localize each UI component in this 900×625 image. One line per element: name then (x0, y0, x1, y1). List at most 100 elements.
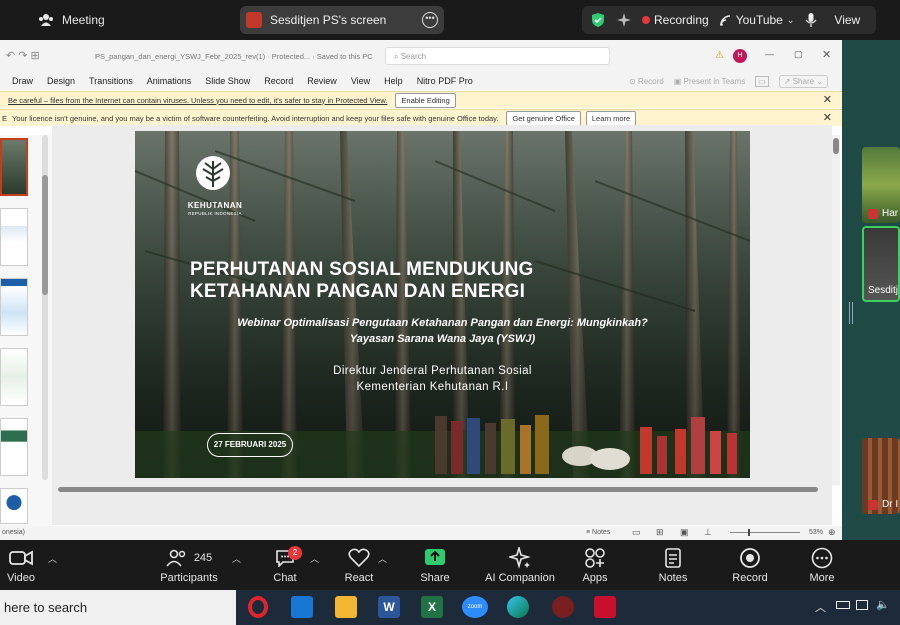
protected-view-message[interactable]: Be careful – files from the Internet can… (8, 96, 387, 105)
zoom-percentage[interactable]: 53% (809, 529, 823, 536)
forest-background (135, 131, 750, 478)
zoom-slider[interactable] (730, 529, 800, 536)
gallery-divider[interactable] (849, 302, 853, 324)
shield-check-icon[interactable] (590, 12, 606, 28)
muted-icon (868, 209, 878, 219)
record-dot-icon (642, 16, 650, 24)
close-icon[interactable]: ✕ (823, 111, 832, 124)
apps-button[interactable]: Apps (558, 546, 632, 590)
logo-subtext: REPUBLIK INDONESIA (188, 211, 242, 216)
opera-icon[interactable] (248, 596, 268, 618)
meeting-label: Meeting (62, 13, 105, 27)
tab-help[interactable]: Help (384, 76, 403, 86)
tray-chevron-icon[interactable]: ︿ (815, 599, 826, 615)
video-options-chevron[interactable]: ︿ (48, 552, 57, 565)
active-speaker-tile[interactable]: Sesditje (862, 226, 900, 302)
notes-button[interactable]: Notes (636, 546, 710, 590)
reading-view-icon[interactable]: ▣ (680, 527, 689, 538)
participant-count: 245 (193, 552, 213, 564)
slide-thumbnail[interactable] (0, 418, 28, 476)
slide-thumbnail[interactable] (0, 138, 28, 196)
tab-nitro[interactable]: Nitro PDF Pro (417, 76, 473, 86)
chat-options-chevron[interactable]: ︿ (310, 552, 319, 565)
network-icon[interactable] (856, 600, 868, 610)
tab-draw[interactable]: Draw (12, 76, 33, 86)
participant-name: Dr I (882, 499, 899, 510)
tab-view[interactable]: View (351, 76, 370, 86)
excel-icon[interactable]: X (421, 596, 443, 618)
tab-review[interactable]: Review (307, 76, 337, 86)
word-icon[interactable]: W (378, 596, 400, 618)
volume-icon[interactable]: 🔈 (876, 598, 890, 611)
participants-options-chevron[interactable]: ︿ (232, 552, 241, 565)
mail-icon[interactable] (291, 596, 313, 618)
tab-animations[interactable]: Animations (147, 76, 192, 86)
tab-design[interactable]: Design (47, 76, 75, 86)
comments-icon[interactable]: ▭ (755, 75, 769, 87)
notes-button[interactable]: ≡ Notes (586, 529, 610, 536)
zoom-top-bar: Meeting Sesditjen PS's screen ••• Record… (0, 0, 900, 40)
horizontal-scrollbar[interactable] (58, 486, 830, 494)
battery-icon[interactable] (836, 601, 850, 609)
taskbar-search-box[interactable]: here to search (0, 590, 236, 625)
tab-transitions[interactable]: Transitions (89, 76, 133, 86)
microphone-icon[interactable] (804, 12, 818, 28)
participants-button[interactable]: 245 Participants (152, 546, 226, 590)
restore-icon[interactable]: ▢ (794, 49, 803, 60)
ai-sparkle-icon (509, 547, 531, 569)
slide-thumbnail[interactable] (0, 278, 28, 336)
share-button[interactable]: ↗ Share ⌄ (778, 74, 828, 88)
enable-editing-button[interactable]: Enable Editing (395, 92, 456, 108)
presentation-slide: KEHUTANAN REPUBLIK INDONESIA PERHUTANAN … (135, 131, 750, 478)
ai-companion-button[interactable]: AI Companion (470, 546, 570, 590)
file-explorer-icon[interactable] (335, 596, 357, 618)
zoom-app-icon[interactable]: zoom (462, 596, 488, 618)
present-in-teams-button[interactable]: ▣ Present in Teams (674, 77, 745, 86)
close-window-icon[interactable]: ✕ (822, 48, 831, 61)
react-options-chevron[interactable]: ︿ (378, 552, 387, 565)
edge-icon[interactable] (507, 596, 529, 618)
learn-more-button[interactable]: Learn more (585, 110, 637, 126)
record-button[interactable]: Record (713, 546, 787, 590)
heart-icon (348, 548, 370, 568)
close-icon[interactable]: ✕ (823, 93, 832, 106)
user-avatar[interactable]: H (733, 49, 747, 63)
meeting-controls: Video ︿ 245 Participants ︿ Chat 2 ︿ Reac… (0, 540, 900, 590)
slide-thumbnail[interactable] (0, 348, 28, 406)
slide-thumbnail[interactable] (0, 488, 28, 524)
participant-name: Har (882, 208, 899, 219)
share-options-icon[interactable]: ••• (422, 12, 438, 28)
meeting-status-pill: Recording YouTube ⌄ View (582, 6, 876, 34)
screen-share-indicator[interactable]: Sesditjen PS's screen ••• (240, 6, 444, 34)
get-genuine-office-button[interactable]: Get genuine Office (506, 110, 581, 126)
vertical-scrollbar[interactable] (832, 135, 840, 485)
normal-view-icon[interactable]: ▭ (632, 527, 641, 538)
record-button[interactable]: ⊙ Record (629, 77, 664, 86)
fit-slide-icon[interactable]: ⊕ (828, 527, 836, 538)
tab-record[interactable]: Record (264, 76, 293, 86)
mcafee-icon[interactable] (594, 596, 616, 618)
recording-status[interactable]: Recording (642, 13, 709, 27)
logo-text: KEHUTANAN (187, 201, 243, 210)
tab-slide-show[interactable]: Slide Show (205, 76, 250, 86)
sparkle-icon[interactable] (616, 12, 632, 28)
meeting-menu[interactable]: Meeting (38, 8, 105, 32)
slideshow-icon[interactable]: ⊥ (704, 527, 712, 538)
share-screen-button[interactable]: Share (398, 546, 472, 590)
slide-subtitle: Webinar Optimalisasi Pengutaan Ketahanan… (237, 317, 648, 329)
app-icon[interactable] (552, 596, 574, 618)
participant-name: Sesditje (868, 285, 899, 296)
muted-icon (868, 500, 878, 510)
participant-tile[interactable]: Har (862, 147, 900, 223)
ppt-title-bar: ↶ ↷ ⊞ PS_pangan_dan_energi_YSWJ_Febr_202… (0, 40, 842, 72)
view-button[interactable]: View (834, 13, 860, 27)
undo-icon[interactable]: ↶ ↷ ⊞ (6, 49, 40, 62)
minimize-icon[interactable]: — (765, 49, 774, 59)
participant-tile[interactable]: Dr I (862, 438, 900, 514)
slide-thumbnail[interactable] (0, 208, 28, 266)
slide-sorter-icon[interactable]: ⊞ (656, 527, 664, 538)
more-button[interactable]: More (785, 546, 859, 590)
ppt-search-box[interactable]: ⌕ Search (385, 47, 610, 65)
thumbnail-scrollbar[interactable] (42, 135, 48, 480)
youtube-stream-status[interactable]: YouTube ⌄ (719, 13, 794, 27)
